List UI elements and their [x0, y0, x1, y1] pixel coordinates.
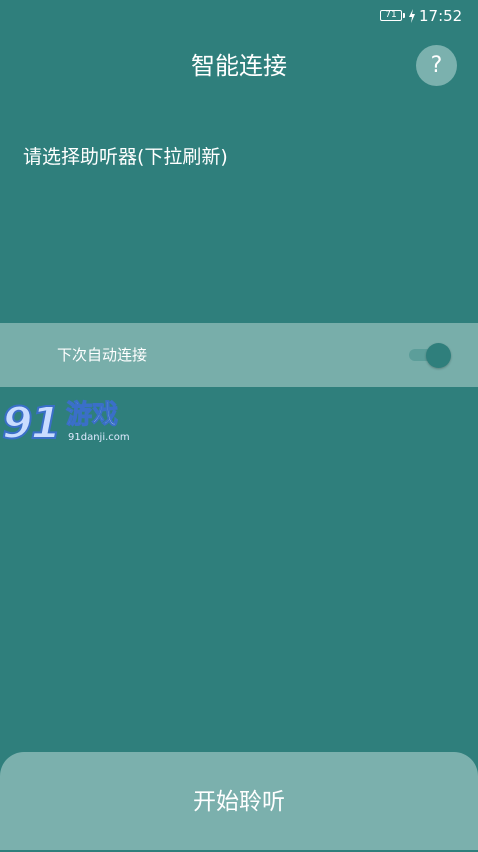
select-hearing-aid-prompt: 请选择助听器(下拉刷新)	[23, 146, 228, 168]
battery-tip	[403, 13, 405, 18]
watermark-logo: 91 游戏 91danji.com	[1, 397, 136, 454]
start-listening-button[interactable]: 开始聆听	[0, 752, 478, 850]
charge-bolt-icon	[409, 9, 415, 23]
watermark-logo-number: 91	[1, 397, 62, 450]
auto-connect-label: 下次自动连接	[57, 346, 148, 364]
status-time: 17:52	[419, 7, 463, 25]
watermark-domain: 91danji.com	[68, 432, 130, 443]
auto-connect-row[interactable]: 下次自动连接	[0, 323, 478, 387]
watermark-logo-text: 游戏	[65, 400, 119, 431]
battery-icon: 71	[380, 10, 402, 21]
status-bar: 71 17:52	[0, 0, 478, 32]
toggle-knob	[426, 343, 451, 368]
help-button[interactable]: ?	[416, 45, 457, 86]
page-title: 智能连接	[191, 52, 287, 80]
auto-connect-toggle[interactable]	[409, 343, 453, 368]
bottom-panel: 开始聆听	[0, 752, 478, 850]
battery-level: 71	[385, 10, 397, 20]
help-icon: ?	[430, 53, 443, 78]
